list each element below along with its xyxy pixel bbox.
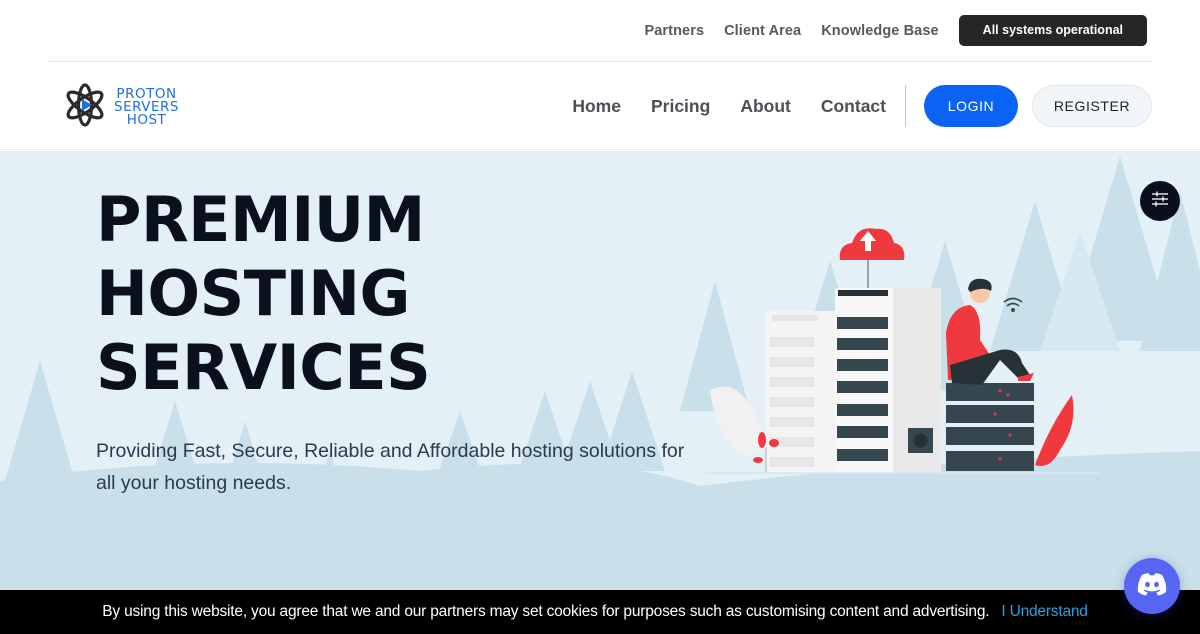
login-button[interactable]: LOGIN	[924, 85, 1018, 127]
top-link-client-area[interactable]: Client Area	[724, 23, 801, 39]
main-navbar: PROTON SERVERS HOST Home Pricing About C…	[0, 62, 1200, 150]
hero-title-line: PREMIUM	[96, 183, 425, 256]
nav-home[interactable]: Home	[572, 96, 621, 117]
server-illustration	[705, 228, 1100, 474]
nav-separator	[905, 85, 906, 127]
cookie-message: By using this website, you agree that we…	[102, 603, 990, 620]
top-link-partners[interactable]: Partners	[644, 23, 704, 39]
atom-play-icon	[62, 82, 108, 133]
discord-button[interactable]	[1124, 558, 1180, 614]
leaf-right-icon	[1035, 395, 1074, 466]
nav-about[interactable]: About	[740, 96, 791, 117]
person-with-laptop	[946, 278, 1034, 385]
wifi-icon	[1003, 297, 1023, 313]
register-button[interactable]: REGISTER	[1032, 85, 1152, 127]
hero-subtitle: Providing Fast, Secure, Reliable and Aff…	[96, 440, 685, 494]
hero-title-line: SERVICES	[96, 331, 431, 404]
system-status-badge[interactable]: All systems operational	[958, 15, 1147, 46]
hero-section: PREMIUM HOSTING SERVICES Providing Fast,…	[0, 151, 1200, 590]
logo[interactable]: PROTON SERVERS HOST	[62, 82, 179, 133]
settings-button[interactable]	[1140, 181, 1180, 221]
cookie-accept-link[interactable]: I Understand	[1001, 603, 1088, 621]
sliders-icon	[1151, 191, 1169, 212]
cloud-upload-icon	[839, 228, 905, 260]
top-link-knowledge-base[interactable]: Knowledge Base	[821, 23, 938, 39]
hero-title-line: HOSTING	[96, 257, 410, 330]
top-bar: Partners Client Area Knowledge Base All …	[0, 0, 1200, 61]
logo-line: HOST	[126, 112, 167, 128]
logo-text: PROTON SERVERS HOST	[114, 87, 179, 128]
discord-icon	[1136, 572, 1168, 601]
nav-contact[interactable]: Contact	[821, 96, 886, 117]
hero-title: PREMIUM HOSTING SERVICES	[96, 183, 431, 405]
leaf-left-icon	[710, 386, 763, 456]
server-stack	[946, 383, 1034, 471]
nav-pricing[interactable]: Pricing	[651, 96, 710, 117]
nav-links: Home Pricing About Contact LOGIN REGISTE…	[572, 85, 1152, 127]
server-rack-main	[835, 288, 895, 473]
top-links: Partners Client Area Knowledge Base All …	[644, 15, 1147, 46]
cookie-consent-bar: By using this website, you agree that we…	[0, 590, 1200, 634]
server-rack-back	[765, 311, 835, 473]
